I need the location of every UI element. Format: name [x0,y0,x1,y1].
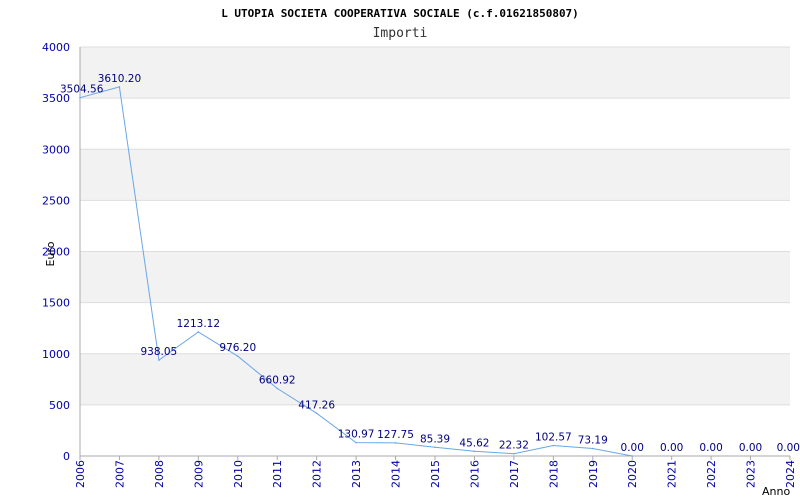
data-label-2016: 45.62 [459,437,489,449]
x-tick-2023: 2023 [745,460,758,488]
data-point-2016 [473,450,476,453]
band-0-500 [80,404,790,456]
data-point-2011 [276,387,279,390]
data-label-2018: 102.57 [535,432,572,444]
x-tick-2013: 2013 [350,460,363,488]
x-tick-2008: 2008 [153,460,166,488]
data-label-2019: 73.19 [578,435,608,447]
y-tick-2500: 2500 [42,194,70,207]
band-3500-4000 [80,47,790,99]
x-tick-2019: 2019 [587,460,600,488]
data-point-2019 [591,447,594,450]
x-tick-2006: 2006 [74,460,87,488]
data-label-2007: 3610.20 [98,73,141,85]
data-label-2024: 0.00 [777,442,800,454]
data-label-2009: 1213.12 [177,318,220,330]
data-label-2008: 938.05 [141,346,178,358]
x-tick-2012: 2012 [311,460,324,488]
chart: 05001000150020002500300035004000 2006 200… [42,7,800,498]
x-tick-2024: 2024 [784,460,797,488]
band-500-1000 [80,353,790,405]
x-tick-2014: 2014 [390,460,403,488]
x-tick-2007: 2007 [113,460,126,488]
data-label-2021: 0.00 [660,442,683,454]
band-2500-3000 [80,149,790,201]
y-tick-0: 0 [63,450,70,463]
band-1500-2000 [80,251,790,303]
x-axis-label: Anno [762,485,790,498]
y-tick-1000: 1000 [42,348,70,361]
data-point-2020 [631,455,634,457]
x-tick-2020: 2020 [626,460,639,488]
x-tick-2011: 2011 [271,460,284,488]
data-point-2010 [236,355,239,357]
data-point-2012 [315,412,318,415]
data-point-2018 [552,444,555,447]
data-label-2011: 660.92 [259,374,296,386]
x-tick-2010: 2010 [232,460,245,488]
y-tick-4000: 4000 [42,41,70,54]
data-label-2015: 85.39 [420,433,450,445]
y-tick-500: 500 [49,399,70,412]
data-point-2008 [158,359,160,361]
x-tick-2016: 2016 [468,460,481,488]
data-label-2012: 417.26 [298,399,335,411]
x-tick-2022: 2022 [705,460,718,488]
x-tick-2021: 2021 [666,460,679,488]
y-tick-3000: 3000 [42,143,70,156]
y-tick-1500: 1500 [42,297,70,310]
x-tick-labels: 2006 2007 2008 2009 2010 2011 2012 2013 2014 2015… [74,460,797,488]
data-point-2006 [79,96,81,99]
data-label-2013: 130.97 [338,429,375,441]
chart-subtitle: Importi [373,26,428,41]
data-point-2007 [118,86,121,88]
chart-title: L UTOPIA SOCIETA COOPERATIVA SOCIALE (c.… [221,7,579,20]
data-label-2010: 976.20 [219,342,256,354]
band-3000-3500 [80,98,790,150]
data-label-2014: 127.75 [377,429,414,441]
data-point-2013 [355,441,357,444]
data-label-2022: 0.00 [699,442,722,454]
data-point-2014 [394,442,397,444]
data-label-2020: 0.00 [621,442,644,454]
x-tick-2018: 2018 [547,460,560,488]
x-tick-2015: 2015 [429,460,442,488]
data-label-2006: 3504.56 [60,84,104,96]
y-axis-label: Euro [44,241,57,266]
data-label-2017: 22.32 [499,440,529,452]
data-point-2015 [434,446,436,449]
x-tick-2017: 2017 [508,460,521,488]
data-point-2009 [197,331,200,333]
x-tick-2009: 2009 [192,460,205,488]
data-point-2017 [513,452,515,455]
band-2000-2500 [80,200,790,252]
data-label-2023: 0.00 [739,442,762,454]
